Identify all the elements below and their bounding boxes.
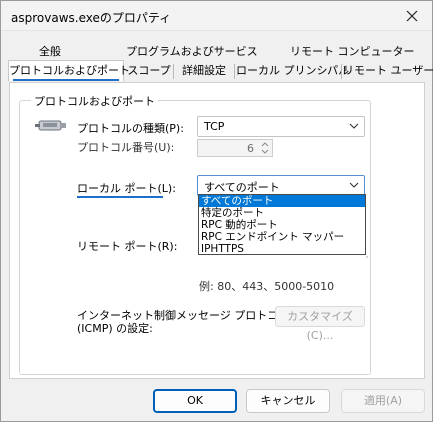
- dropdown-option[interactable]: IPHTTPS: [199, 243, 365, 255]
- chevron-down-icon: [349, 182, 359, 188]
- protocol-type-value: TCP: [204, 120, 225, 133]
- ok-button[interactable]: OK: [153, 389, 237, 413]
- local-port-select[interactable]: すべてのポート: [197, 175, 365, 196]
- dropdown-option[interactable]: RPC エンドポイント マッパー: [199, 231, 365, 243]
- tab-programs-services[interactable]: プログラムおよびサービス: [126, 43, 258, 62]
- group-legend: プロトコルおよびポート: [31, 93, 158, 109]
- dropdown-option[interactable]: 特定のポート: [199, 207, 365, 219]
- spin-arrows-icon: [261, 142, 269, 154]
- tab-separator: [173, 64, 174, 79]
- tab-protocols-ports[interactable]: プロトコルおよびポート: [8, 60, 130, 81]
- network-port-icon: [35, 120, 66, 131]
- remote-port-label: リモート ポート(R):: [77, 240, 178, 253]
- tab-separator: [234, 64, 235, 79]
- local-port-dropdown-list: すべてのポート 特定のポート RPC 動的ポート RPC エンドポイント マッパ…: [198, 194, 366, 255]
- protocol-number-label: プロトコル番号(U):: [77, 141, 175, 154]
- title-bar: asprovaws.exeのプロパティ: [1, 1, 432, 31]
- dropdown-option[interactable]: すべてのポート: [199, 195, 365, 207]
- tab-local-principals[interactable]: ローカル プリンシパル: [236, 62, 349, 81]
- local-port-value: すべてのポート: [204, 181, 280, 194]
- tab-advanced[interactable]: 詳細設定: [175, 62, 233, 81]
- protocol-type-select[interactable]: TCP: [197, 116, 365, 137]
- chevron-down-icon: [349, 123, 359, 129]
- protocol-type-label: プロトコルの種類(P):: [77, 122, 184, 135]
- example-text: 例: 80、443、5000-5010: [199, 280, 335, 293]
- protocol-number-stepper[interactable]: 6: [197, 139, 273, 157]
- protocol-number-value: 6: [247, 142, 254, 155]
- customize-button[interactable]: カスタマイズ(C)...: [275, 306, 365, 342]
- properties-dialog: asprovaws.exeのプロパティ 全般 プログラムおよびサービス リモート…: [0, 0, 433, 422]
- close-button[interactable]: [392, 1, 432, 31]
- tab-separator: [341, 64, 342, 79]
- close-icon: [406, 10, 418, 22]
- apply-button[interactable]: 適用(A): [341, 389, 425, 413]
- icmp-label-line2: (ICMP) の設定:: [77, 322, 153, 335]
- cancel-button[interactable]: キャンセル: [246, 389, 330, 413]
- tab-scope[interactable]: スコープ: [126, 62, 172, 81]
- window-title: asprovaws.exeのプロパティ: [11, 11, 172, 25]
- local-port-label: ローカル ポート(L):: [77, 182, 176, 195]
- dropdown-option[interactable]: RPC 動的ポート: [199, 219, 365, 231]
- tab-remote-computers[interactable]: リモート コンピューター: [290, 43, 415, 62]
- local-port-focus-underline: [77, 196, 163, 198]
- remote-port-input[interactable]: [366, 256, 368, 258]
- tab-remote-users[interactable]: リモート ユーザー: [343, 62, 433, 81]
